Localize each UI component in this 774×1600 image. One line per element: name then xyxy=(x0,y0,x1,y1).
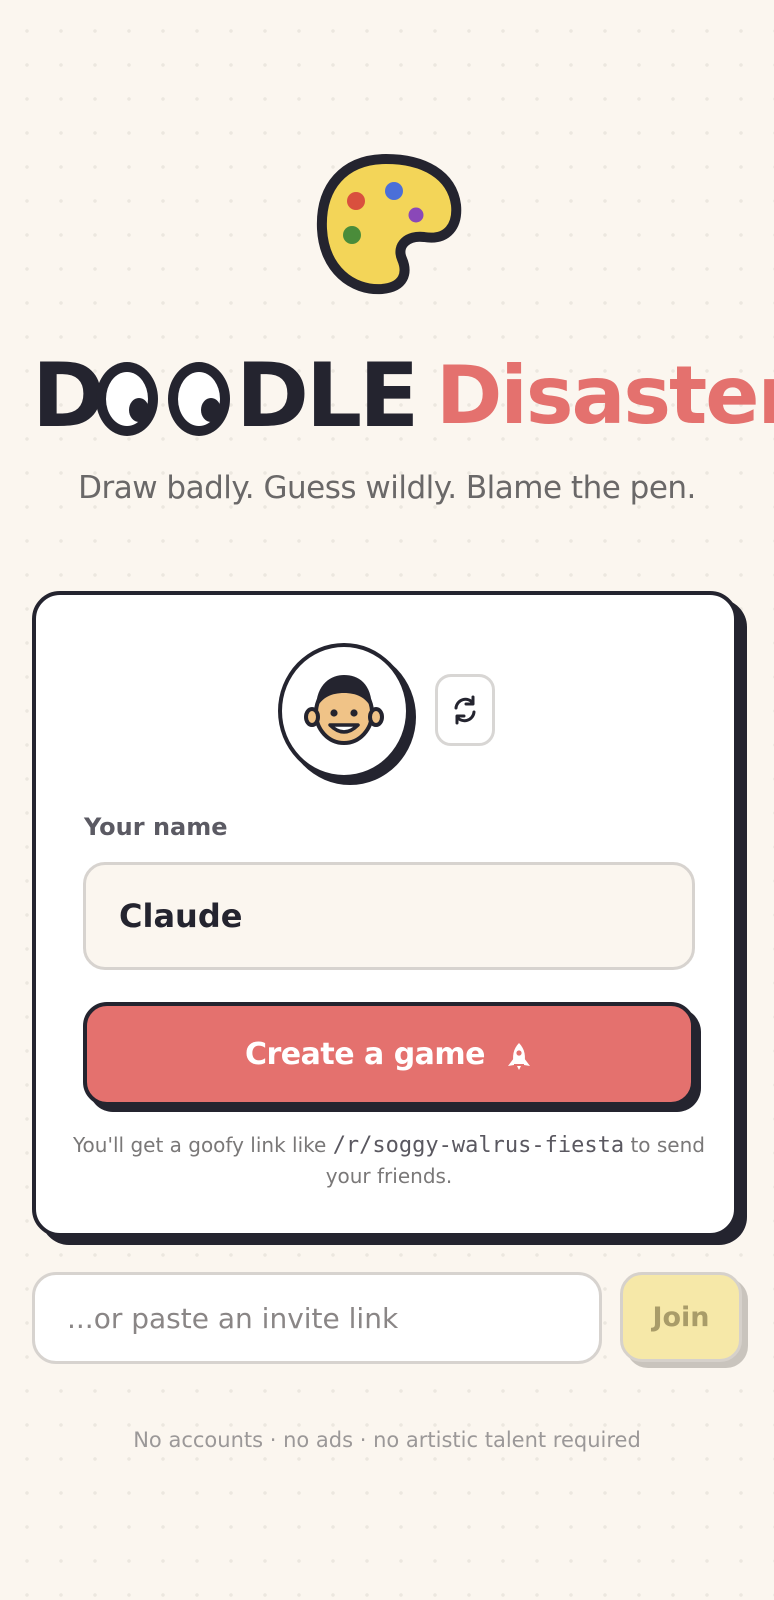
face-avatar-icon[interactable] xyxy=(278,643,410,779)
palette-icon xyxy=(316,153,462,295)
invite-link-input[interactable] xyxy=(32,1272,602,1364)
eye-right-icon xyxy=(168,362,230,436)
hint-text-start: You'll get a goofy link like xyxy=(73,1133,333,1157)
join-button[interactable]: Join xyxy=(620,1272,742,1362)
refresh-icon xyxy=(454,695,476,725)
title-word-disaster: Disaster xyxy=(436,349,774,442)
example-link: /r/soggy-walrus-fiesta xyxy=(332,1133,625,1158)
footer-note: No accounts · no ads · no artistic talen… xyxy=(133,1428,641,1452)
create-game-card: Your name Create a game You'll get a goo… xyxy=(32,591,738,1237)
tagline: Draw badly. Guess wildly. Blame the pen. xyxy=(78,470,696,506)
eye-left-icon xyxy=(96,362,158,436)
title-word-dle: DLE xyxy=(236,344,419,447)
title-letter-d: D xyxy=(32,344,105,447)
invite-hint: You'll get a goofy link like /r/soggy-wa… xyxy=(66,1130,712,1192)
name-input[interactable] xyxy=(83,862,695,970)
rocket-icon xyxy=(508,1043,531,1070)
create-game-button[interactable]: Create a game xyxy=(83,1002,695,1106)
create-game-label: Create a game xyxy=(244,1036,486,1072)
refresh-avatar-button[interactable] xyxy=(435,674,495,746)
app-title: D DLE Disaster xyxy=(32,344,774,447)
name-label: Your name xyxy=(84,813,228,841)
